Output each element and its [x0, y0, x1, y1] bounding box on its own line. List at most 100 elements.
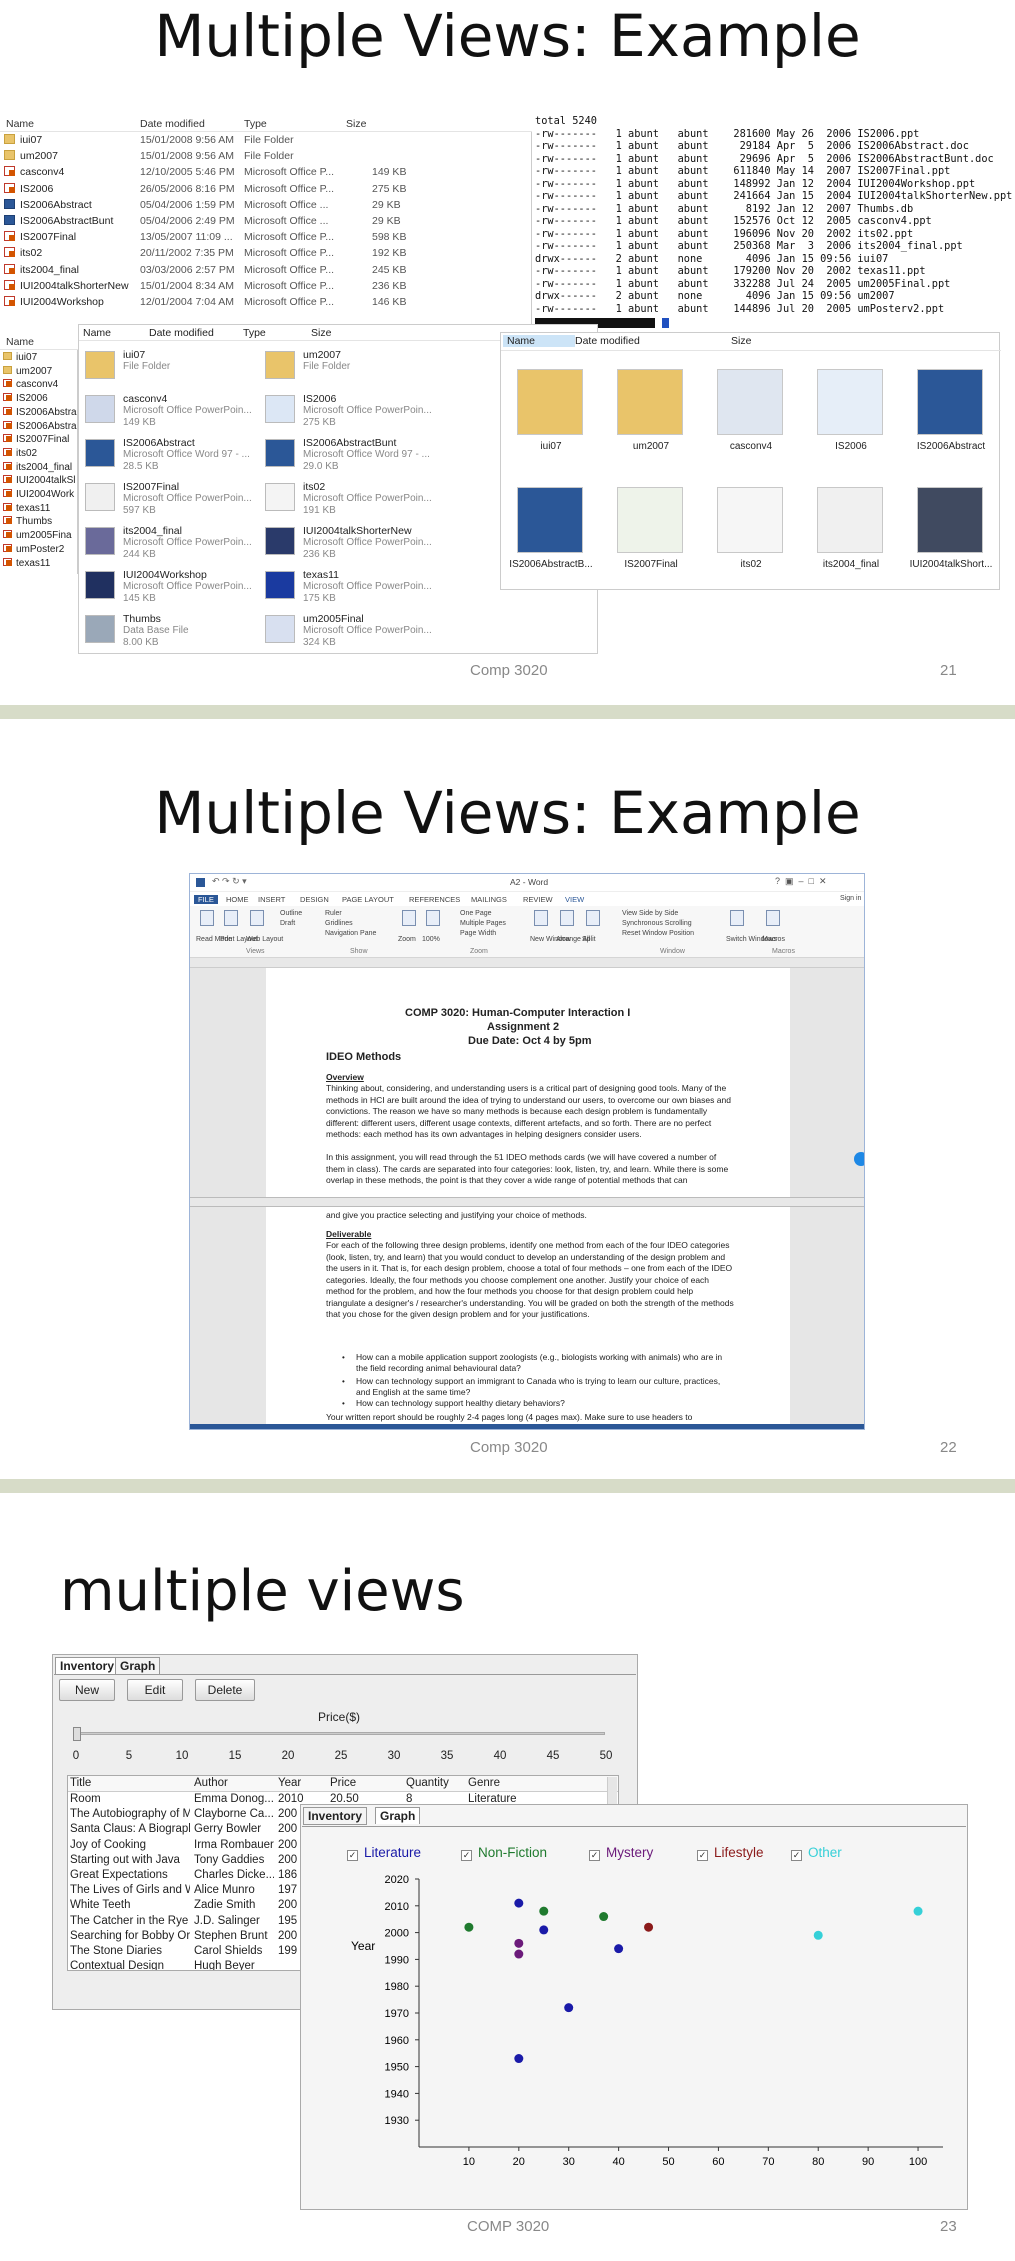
file-row[interactable]: IS2006AbstractBunt 05/04/2006 2:49 PM Micr… [0, 214, 532, 229]
data-point-literature[interactable] [514, 1898, 524, 1908]
header-name[interactable]: Name [6, 336, 34, 348]
large-icon-item[interactable]: iui07 [505, 361, 597, 471]
file-tile[interactable]: IUI2004Workshop Microsoft Office PowerPoi… [85, 569, 255, 611]
file-tile[interactable]: um2005Final Microsoft Office PowerPoin...… [265, 613, 435, 655]
header-type[interactable]: Type [244, 118, 267, 130]
column-header[interactable]: Quantity [406, 1777, 449, 1789]
column-header[interactable]: Genre [468, 1777, 500, 1789]
header-size[interactable]: Size [311, 327, 331, 339]
split-button[interactable]: Split [582, 936, 596, 943]
multiple-pages-button[interactable]: Multiple Pages [460, 920, 506, 927]
outline-checkbox[interactable]: Outline [280, 910, 302, 917]
file-tile[interactable]: iui07 File Folder [85, 349, 255, 391]
file-tile[interactable]: IS2006AbstractBunt Microsoft Office Word … [265, 437, 435, 479]
page-width-button[interactable]: Page Width [460, 930, 496, 937]
header-date[interactable]: Date modified [575, 335, 640, 347]
column-header[interactable]: Year [278, 1777, 301, 1789]
file-row[interactable]: its02 20/11/2002 7:35 PM Microsoft Office … [0, 246, 532, 261]
dropbox-icon[interactable] [854, 1152, 864, 1166]
data-point-literature[interactable] [564, 2003, 574, 2013]
large-icon-item[interactable]: IS2006 [805, 361, 897, 471]
ruler-checkbox[interactable]: Ruler [325, 910, 342, 917]
ribbon-tab-references[interactable]: REFERENCES [409, 895, 460, 904]
split-bar[interactable] [190, 1197, 864, 1207]
draft-checkbox[interactable]: Draft [280, 920, 295, 927]
price-slider-track[interactable] [75, 1732, 605, 1735]
large-icon-item[interactable]: its2004_final [805, 479, 897, 589]
file-row[interactable]: IUI2004talkShorterNew 15/01/2004 8:34 AM M… [0, 279, 532, 294]
horizontal-ruler[interactable] [190, 958, 864, 968]
data-point-literature[interactable] [514, 2054, 524, 2064]
header-name[interactable]: Name [6, 118, 34, 130]
file-tile[interactable]: its02 Microsoft Office PowerPoin... 191 KB [265, 481, 435, 523]
file-row[interactable]: casconv4 12/10/2005 5:46 PM Microsoft Offi… [0, 165, 532, 180]
ribbon-tab-review[interactable]: REVIEW [523, 895, 553, 904]
sign-in-link[interactable]: Sign in [840, 895, 861, 902]
save-icon[interactable] [196, 878, 205, 887]
tab-graph[interactable]: Graph [375, 1807, 421, 1824]
macros-button[interactable]: Macros [762, 936, 785, 943]
header-size[interactable]: Size [346, 118, 366, 130]
large-icon-item[interactable]: um2007 [605, 361, 697, 471]
new-button[interactable]: New [59, 1679, 115, 1701]
view-side-by-side-button[interactable]: View Side by Side [622, 910, 678, 917]
gridlines-checkbox[interactable]: Gridlines [325, 920, 353, 927]
header-size[interactable]: Size [731, 335, 751, 347]
file-tile[interactable]: Thumbs Data Base File 8.00 KB [85, 613, 255, 655]
data-point-non-fiction[interactable] [464, 1922, 474, 1932]
data-point-other[interactable] [813, 1930, 823, 1940]
column-header[interactable]: Price [330, 1777, 356, 1789]
data-point-non-fiction[interactable] [539, 1906, 549, 1916]
ribbon-tab-design[interactable]: DESIGN [300, 895, 329, 904]
ribbon-tab-home[interactable]: HOME [226, 895, 249, 904]
column-header[interactable]: Author [194, 1777, 228, 1789]
header-date[interactable]: Date modified [149, 327, 214, 339]
data-point-non-fiction[interactable] [599, 1912, 609, 1922]
file-tile[interactable]: IS2006Abstract Microsoft Office Word 97 -… [85, 437, 255, 479]
file-tile[interactable]: IS2007Final Microsoft Office PowerPoin...… [85, 481, 255, 523]
file-row[interactable]: IS2006 26/05/2006 8:16 PM Microsoft Office… [0, 182, 532, 197]
zoom-button[interactable]: Zoom [398, 936, 416, 943]
column-header[interactable]: Title [70, 1777, 91, 1789]
large-icon-item[interactable]: IS2007Final [605, 479, 697, 589]
ribbon-tab-page-layout[interactable]: PAGE LAYOUT [342, 895, 394, 904]
large-icon-item[interactable]: IS2006AbstractB... [505, 479, 597, 589]
reset-window-position-button[interactable]: Reset Window Position [622, 930, 694, 937]
data-point-mystery[interactable] [514, 1938, 524, 1948]
zoom-100-button[interactable]: 100% [422, 936, 440, 943]
file-tile[interactable]: IUI2004talkShorterNew Microsoft Office Po… [265, 525, 435, 567]
ribbon-tab-insert[interactable]: INSERT [258, 895, 285, 904]
file-row[interactable]: iui07 15/01/2008 9:56 AM File Folder [0, 133, 532, 148]
ribbon-tab-mailings[interactable]: MAILINGS [471, 895, 507, 904]
edit-button[interactable]: Edit [127, 1679, 183, 1701]
header-name[interactable]: Name [83, 327, 111, 339]
window-controls[interactable]: ? ▣ – □ ✕ [775, 876, 827, 887]
data-point-literature[interactable] [614, 1944, 624, 1954]
large-icon-item[interactable]: its02 [705, 479, 797, 589]
file-row[interactable]: its2004_final 03/03/2006 2:57 PM Microsoft… [0, 263, 532, 278]
web-layout-button[interactable]: Web Layout [246, 936, 283, 943]
price-slider-thumb[interactable] [73, 1727, 81, 1741]
file-row[interactable]: um2007 15/01/2008 9:56 AM File Folder [0, 149, 532, 164]
one-page-button[interactable]: One Page [460, 910, 492, 917]
synchronous-scrolling-button[interactable]: Synchronous Scrolling [622, 920, 692, 927]
file-tile[interactable]: um2007 File Folder [265, 349, 435, 391]
file-row[interactable]: texas11 [0, 557, 78, 572]
tab-inventory[interactable]: Inventory [303, 1807, 368, 1825]
navigation-pane-checkbox[interactable]: Navigation Pane [325, 930, 376, 937]
undo-icon[interactable]: ↶ ↷ ↻ ▾ [212, 876, 247, 887]
ribbon-tab-file[interactable]: FILE [194, 895, 218, 904]
delete-button[interactable]: Delete [195, 1679, 255, 1701]
large-icon-item[interactable]: IUI2004talkShort... [905, 479, 997, 589]
file-tile[interactable]: its2004_final Microsoft Office PowerPoin.… [85, 525, 255, 567]
header-type[interactable]: Type [243, 327, 266, 339]
file-row[interactable]: IS2006Abstract 05/04/2006 1:59 PM Microsof… [0, 198, 532, 213]
large-icon-item[interactable]: casconv4 [705, 361, 797, 471]
data-point-lifestyle[interactable] [644, 1922, 654, 1932]
tab-inventory[interactable]: Inventory [55, 1657, 120, 1674]
data-point-mystery[interactable] [514, 1949, 524, 1959]
tab-graph[interactable]: Graph [115, 1657, 161, 1675]
header-date[interactable]: Date modified [140, 118, 205, 130]
large-icon-item[interactable]: IS2006Abstract [905, 361, 997, 471]
file-row[interactable]: IS2007Final 13/05/2007 11:09 ... Microsoft… [0, 230, 532, 245]
